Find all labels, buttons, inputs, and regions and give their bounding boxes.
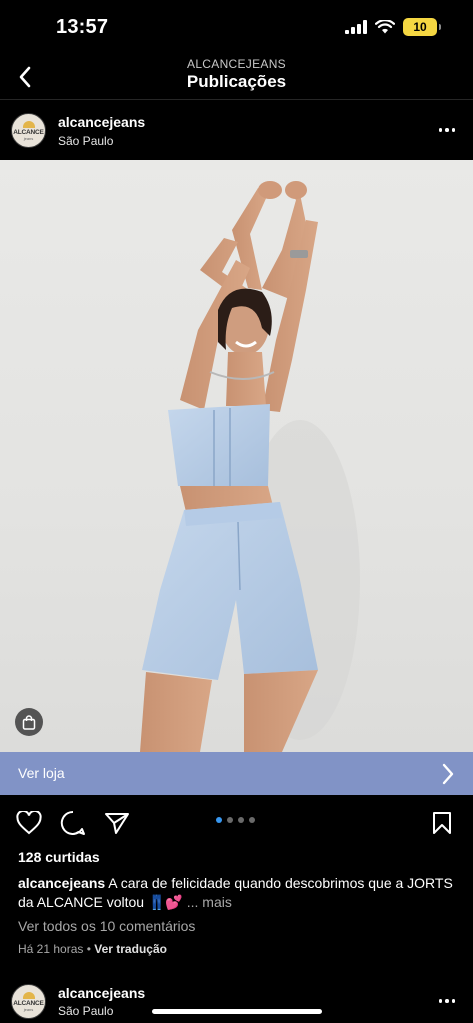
translate-link[interactable]: Ver tradução — [94, 942, 167, 956]
status-icons: 10 — [345, 18, 441, 36]
post-location[interactable]: São Paulo — [58, 1004, 113, 1018]
post-username[interactable]: alcancejeans — [58, 114, 145, 130]
post-timestamp: Há 21 horas — [18, 942, 84, 956]
home-indicator[interactable] — [152, 1009, 322, 1014]
account-name: ALCANCEJEANS — [187, 57, 286, 71]
avatar-brand: ALCANCE — [13, 999, 44, 1007]
carousel-dot — [227, 817, 233, 823]
post-header: ALCANCE jeans alcancejeans São Paulo — [0, 100, 473, 160]
carousel-dot — [249, 817, 255, 823]
heart-icon — [16, 811, 42, 835]
chevron-right-icon — [442, 763, 454, 785]
bookmark-icon — [433, 812, 451, 834]
logo-sun-icon — [22, 120, 35, 128]
save-button[interactable] — [428, 809, 456, 837]
post-image[interactable] — [0, 160, 473, 752]
more-icon — [438, 999, 456, 1003]
shopping-bag-icon — [22, 714, 36, 730]
comment-icon — [60, 810, 85, 835]
like-button[interactable] — [15, 809, 43, 837]
post-caption: alcancejeans A cara de felicidade quando… — [18, 874, 458, 912]
more-options-button[interactable] — [435, 120, 459, 140]
more-options-button[interactable] — [435, 991, 459, 1011]
share-button[interactable] — [103, 809, 131, 837]
battery-indicator: 10 — [403, 18, 441, 36]
meta-separator: • — [83, 942, 95, 956]
page-title: Publicações — [186, 72, 287, 91]
carousel-indicator — [216, 817, 255, 823]
caption-more-link[interactable]: ... mais — [187, 894, 232, 910]
post-username[interactable]: alcancejeans — [58, 985, 145, 1001]
carousel-dot — [216, 817, 222, 823]
status-time: 13:57 — [56, 16, 109, 38]
signal-icon — [345, 20, 367, 34]
more-icon — [438, 128, 456, 132]
view-shop-label: Ver loja — [18, 765, 65, 781]
photo-model-denim — [140, 181, 360, 752]
avatar[interactable]: ALCANCE jeans — [11, 113, 46, 148]
share-icon — [105, 813, 129, 834]
logo-sun-icon — [22, 991, 35, 999]
caption-username[interactable]: alcancejeans — [18, 875, 105, 891]
carousel-dot — [238, 817, 244, 823]
post-location[interactable]: São Paulo — [58, 134, 113, 148]
avatar-brand: ALCANCE — [13, 128, 44, 136]
wifi-icon — [375, 20, 395, 34]
next-post-header: ALCANCE jeans alcancejeans São Paulo — [0, 980, 473, 1023]
avatar-brand-sub: jeans — [23, 1006, 34, 1012]
comment-button[interactable] — [59, 809, 87, 837]
post-actions — [0, 806, 473, 838]
post-meta: Há 21 horas • Ver tradução — [18, 942, 167, 956]
avatar-brand-sub: jeans — [23, 135, 34, 141]
likes-count[interactable]: 128 curtidas — [18, 849, 100, 865]
status-bar: 13:57 10 — [0, 0, 473, 56]
view-shop-bar[interactable]: Ver loja — [0, 752, 473, 795]
shop-tag-button[interactable] — [15, 708, 43, 736]
nav-header: ALCANCEJEANS Publicações — [0, 56, 473, 100]
avatar[interactable]: ALCANCE jeans — [11, 984, 46, 1019]
view-comments-link[interactable]: Ver todos os 10 comentários — [18, 918, 195, 934]
